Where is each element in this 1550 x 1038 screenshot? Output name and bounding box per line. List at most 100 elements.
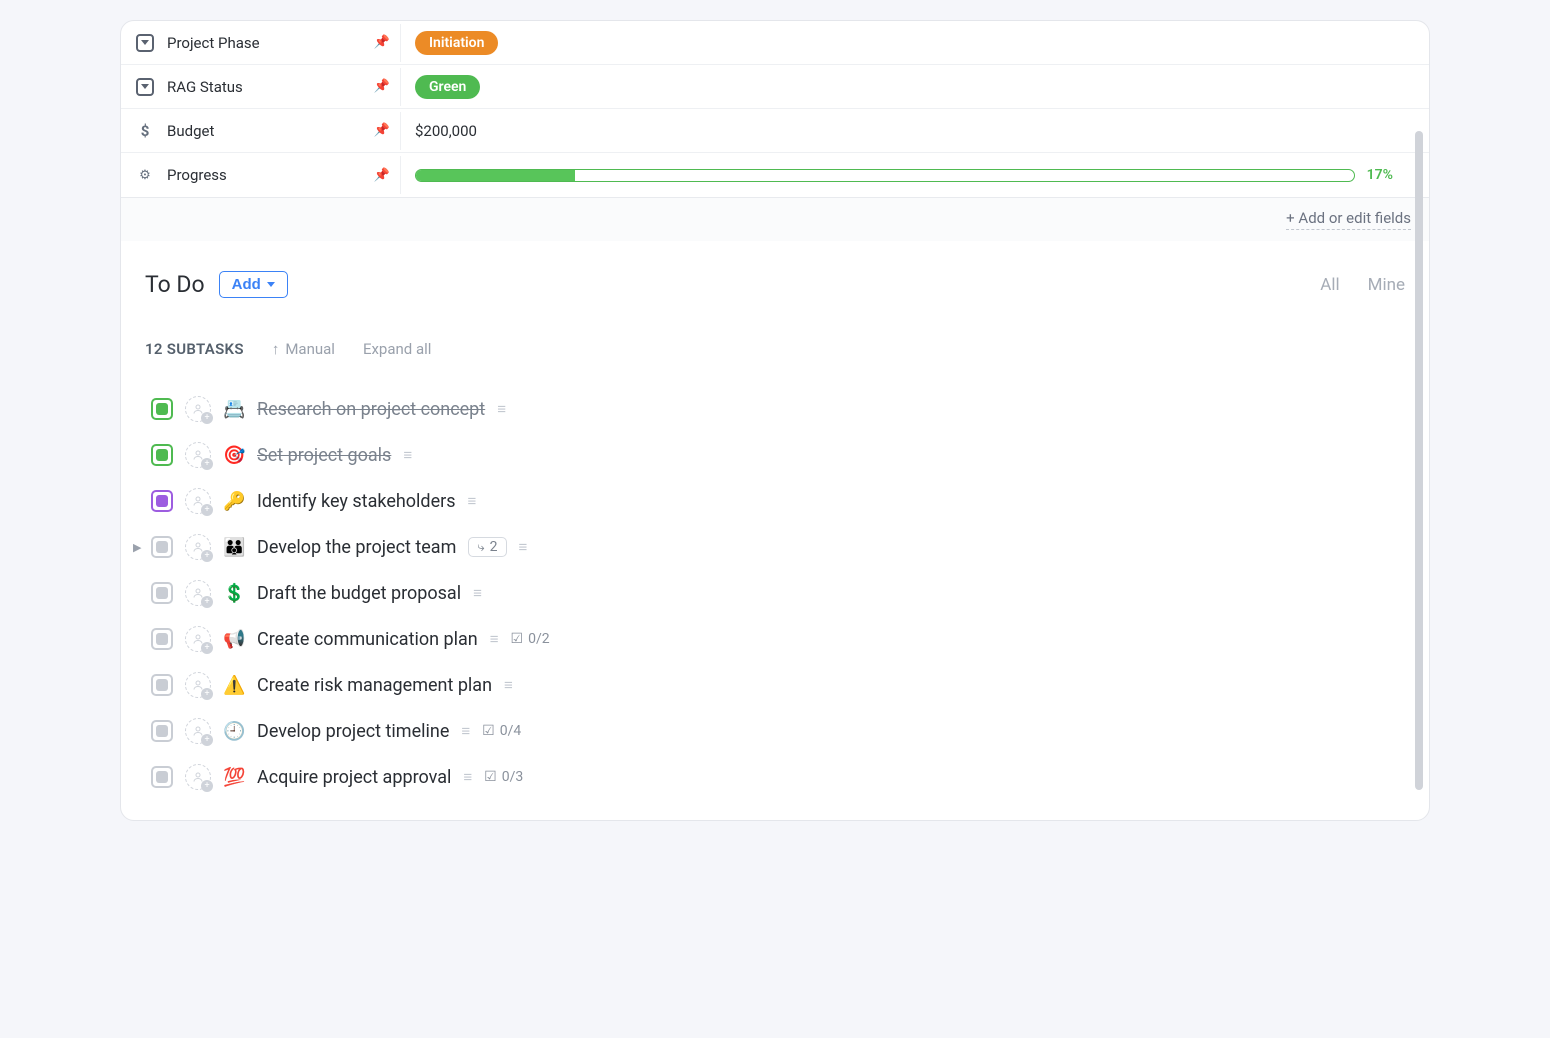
task-emoji-icon: 👪 [223, 537, 245, 558]
status-checkbox[interactable] [151, 674, 173, 696]
progress-bar[interactable] [415, 169, 1355, 182]
task-row[interactable]: 💲 Draft the budget proposal ≡ [151, 570, 1405, 616]
task-row[interactable]: ▶👪Develop the project team⤷2≡ [151, 524, 1405, 570]
pin-icon[interactable]: 📌 [374, 168, 390, 183]
progress-wrapper: 17% [415, 167, 1415, 183]
task-title: Identify key stakeholders [257, 491, 456, 512]
task-emoji-icon: 📢 [223, 629, 245, 650]
pin-icon[interactable]: 📌 [374, 123, 390, 138]
task-menu-icon[interactable]: ≡ [497, 400, 506, 418]
checklist-value: 0/3 [502, 769, 524, 785]
scrollbar[interactable] [1415, 131, 1423, 790]
sort-label: Manual [285, 340, 335, 358]
task-row[interactable]: 🔑 Identify key stakeholders ≡ [151, 478, 1405, 524]
field-label: ⚙ Progress 📌 [121, 156, 401, 194]
task-emoji-icon: ⚠️ [223, 675, 245, 696]
pin-icon[interactable]: 📌 [374, 35, 390, 50]
field-rag-status: RAG Status 📌 Green [121, 65, 1429, 109]
checklist-icon: ☑ [511, 631, 524, 647]
arrow-up-icon: ↑ [272, 340, 280, 358]
dollar-icon: $ [135, 122, 155, 140]
todo-section: To Do Add All Mine 12 SUBTASKS ↑ Manual … [121, 241, 1429, 820]
field-label: $ Budget 📌 [121, 112, 401, 150]
progress-icon: ⚙ [135, 168, 155, 183]
add-button[interactable]: Add [219, 271, 288, 298]
status-checkbox[interactable] [151, 582, 173, 604]
task-emoji-icon: 🔑 [223, 491, 245, 512]
assignee-add-icon[interactable] [185, 534, 211, 560]
field-value[interactable]: $200,000 [401, 114, 1429, 148]
task-row[interactable]: 📢 Create communication plan ≡ ☑0/2 [151, 616, 1405, 662]
task-row[interactable]: 💯Acquire project approval≡☑0/3 [151, 754, 1405, 800]
task-menu-icon[interactable]: ≡ [463, 768, 472, 786]
task-menu-icon[interactable]: ≡ [519, 538, 528, 556]
subtask-count-chip[interactable]: ⤷2 [468, 537, 506, 557]
field-value[interactable]: Green [401, 67, 1429, 107]
checklist-value: 0/4 [500, 723, 522, 739]
status-checkbox[interactable] [151, 536, 173, 558]
assignee-add-icon[interactable] [185, 764, 211, 790]
task-menu-icon[interactable]: ≡ [490, 630, 499, 648]
checklist-icon: ☑ [484, 769, 497, 785]
pin-icon[interactable]: 📌 [374, 79, 390, 94]
task-title: Acquire project approval [257, 767, 451, 788]
assignee-add-icon[interactable] [185, 718, 211, 744]
task-row[interactable]: 📇 Research on project concept ≡ [151, 386, 1405, 432]
checklist-count[interactable]: ☑ 0/3 [484, 769, 523, 785]
task-emoji-icon: 📇 [223, 399, 245, 420]
checklist-count[interactable]: ☑0/2 [511, 631, 550, 647]
add-edit-fields-link[interactable]: + Add or edit fields [1286, 209, 1411, 230]
assignee-add-icon[interactable] [185, 442, 211, 468]
task-row[interactable]: ⚠️ Create risk management plan ≡ [151, 662, 1405, 708]
task-title: Develop project timeline [257, 721, 449, 742]
tasks-list: 📇Research on project concept≡🎯Set projec… [145, 386, 1405, 800]
subtasks-count: 12 SUBTASKS [145, 340, 244, 358]
field-progress: ⚙ Progress 📌 17% [121, 153, 1429, 197]
assignee-add-icon[interactable] [185, 488, 211, 514]
field-project-phase: Project Phase 📌 Initiation [121, 21, 1429, 65]
field-value: 17% [401, 159, 1429, 191]
task-menu-icon[interactable]: ≡ [461, 722, 470, 740]
task-title: Create risk management plan [257, 675, 492, 696]
field-value[interactable]: Initiation [401, 23, 1429, 63]
filter-all[interactable]: All [1320, 275, 1339, 295]
section-header: To Do Add All Mine [145, 271, 1405, 298]
progress-percent: 17% [1367, 167, 1393, 183]
task-menu-icon[interactable]: ≡ [473, 584, 482, 602]
status-checkbox[interactable] [151, 490, 173, 512]
fields-section: Project Phase 📌 Initiation RAG Status 📌 … [121, 21, 1429, 198]
expand-all[interactable]: Expand all [363, 340, 431, 358]
status-checkbox[interactable] [151, 720, 173, 742]
filter-mine[interactable]: Mine [1368, 275, 1405, 295]
filter-tabs: All Mine [1320, 275, 1405, 295]
progress-fill [416, 170, 575, 181]
status-checkbox[interactable] [151, 444, 173, 466]
task-title: Draft the budget proposal [257, 583, 461, 604]
assignee-add-icon[interactable] [185, 580, 211, 606]
add-label: Add [232, 276, 261, 293]
assignee-add-icon[interactable] [185, 672, 211, 698]
status-checkbox[interactable] [151, 766, 173, 788]
task-title: Create communication plan [257, 629, 478, 650]
sort-manual[interactable]: ↑ Manual [272, 340, 335, 358]
task-row[interactable]: 🎯Set project goals≡ [151, 432, 1405, 478]
assignee-add-icon[interactable] [185, 626, 211, 652]
task-emoji-icon: 💲 [223, 583, 245, 604]
field-name: RAG Status [167, 78, 243, 96]
status-checkbox[interactable] [151, 628, 173, 650]
status-checkbox[interactable] [151, 398, 173, 420]
checklist-count[interactable]: ☑0/4 [482, 723, 521, 739]
task-menu-icon[interactable]: ≡ [468, 492, 477, 510]
expand-icon[interactable]: ▶ [133, 541, 141, 554]
task-emoji-icon: 🕘 [223, 721, 245, 742]
assignee-add-icon[interactable] [185, 396, 211, 422]
task-menu-icon[interactable]: ≡ [403, 446, 412, 464]
subtask-icon: ⤷ [477, 540, 484, 555]
field-budget: $ Budget 📌 $200,000 [121, 109, 1429, 153]
dropdown-icon [135, 34, 155, 52]
dropdown-icon [135, 78, 155, 96]
task-title: Research on project concept [257, 399, 485, 420]
task-row[interactable]: 🕘 Develop project timeline ≡ ☑0/4 [151, 708, 1405, 754]
task-emoji-icon: 🎯 [223, 445, 245, 466]
task-menu-icon[interactable]: ≡ [504, 676, 513, 694]
